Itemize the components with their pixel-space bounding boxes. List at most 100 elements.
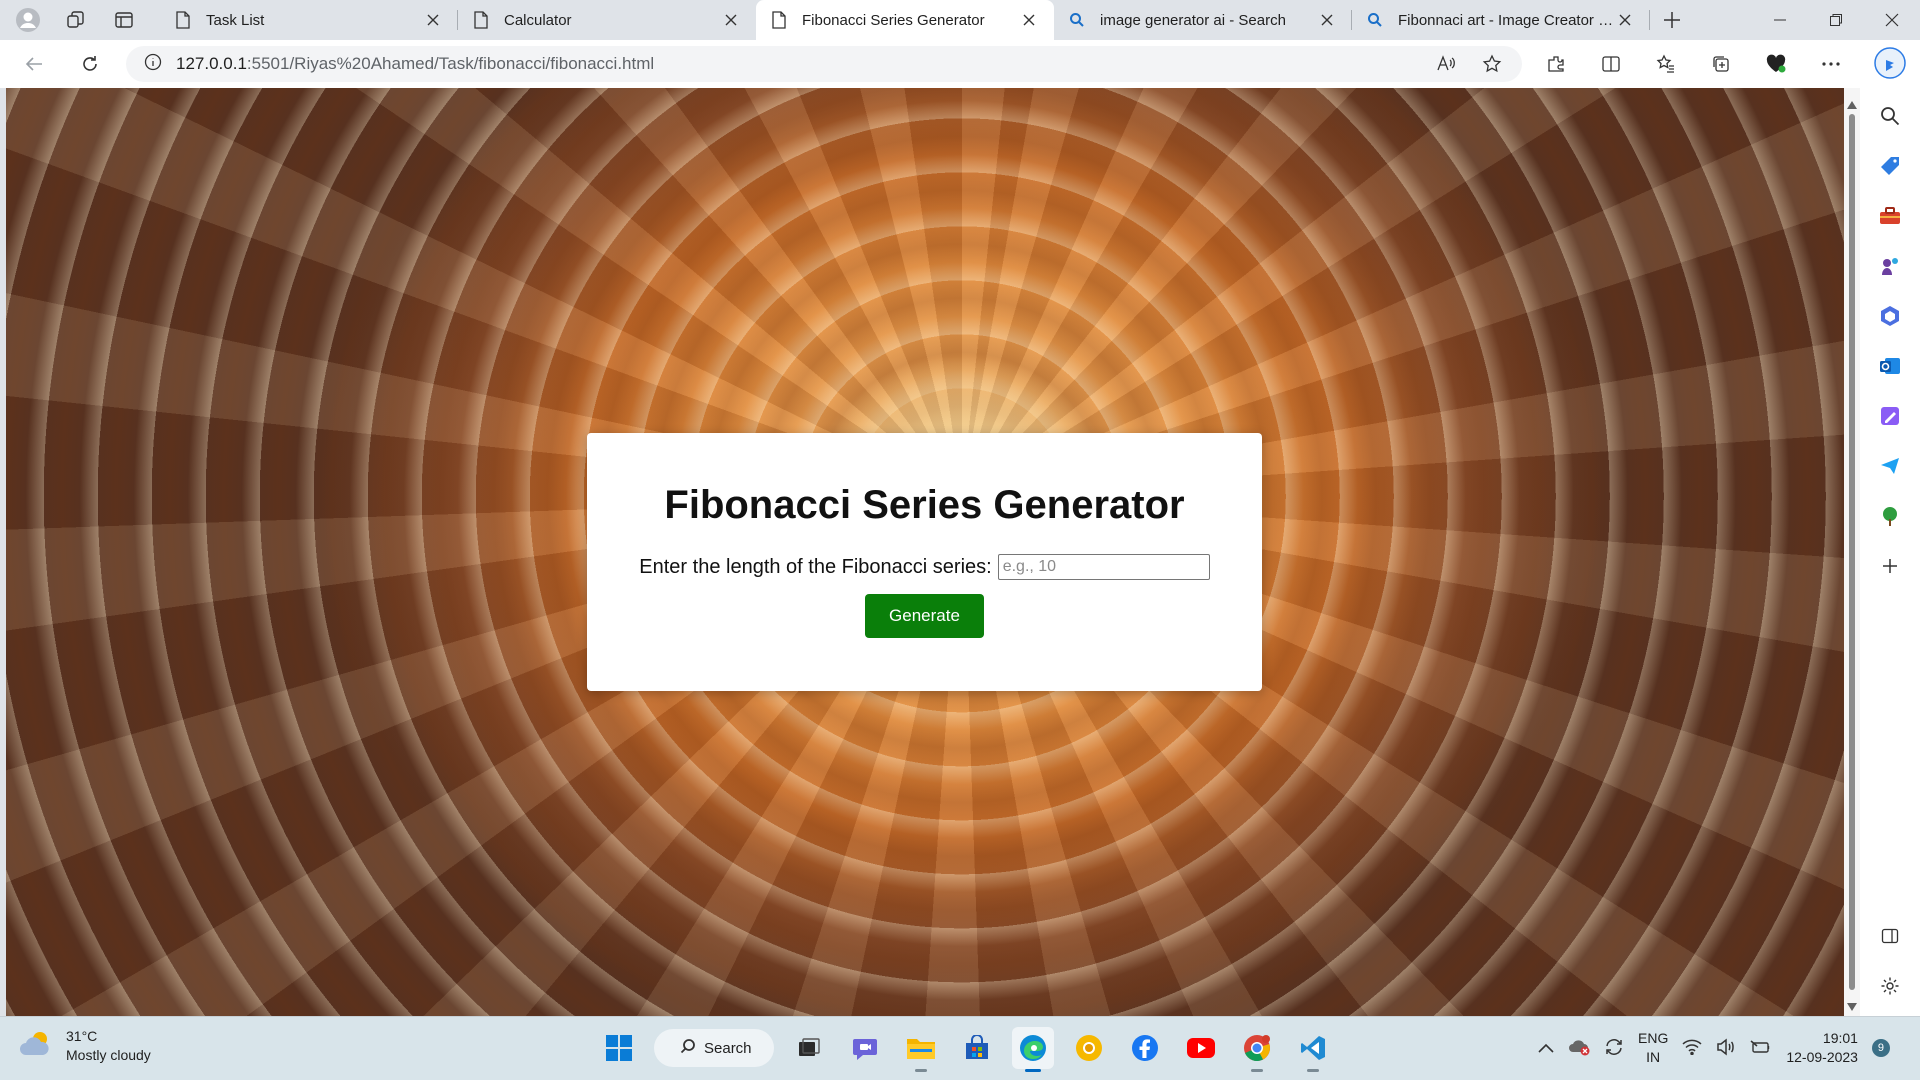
- settings-gear-icon[interactable]: [1878, 974, 1902, 998]
- weather-temp: 31°C: [66, 1028, 98, 1044]
- sync-icon[interactable]: [1604, 1037, 1624, 1060]
- google-chrome-icon[interactable]: [1236, 1027, 1278, 1072]
- tools-briefcase-icon[interactable]: [1878, 204, 1902, 228]
- length-input[interactable]: [997, 554, 1210, 580]
- minimize-button[interactable]: [1752, 0, 1808, 40]
- back-arrow-icon[interactable]: [16, 46, 52, 82]
- refresh-icon[interactable]: [72, 46, 108, 82]
- tab-image-generator-search[interactable]: image generator ai - Search: [1054, 0, 1352, 40]
- system-tray: ENG IN 19:01 12-09-2023 9: [1538, 1029, 1890, 1067]
- page-scrollbar[interactable]: [1844, 88, 1860, 1016]
- games-icon[interactable]: [1878, 254, 1902, 278]
- tree-icon[interactable]: [1878, 504, 1902, 528]
- youtube-icon[interactable]: [1180, 1027, 1222, 1069]
- tab-title: Fibonnaci art - Image Creator fro: [1398, 11, 1614, 29]
- search-icon[interactable]: [1878, 104, 1902, 128]
- profile-avatar-icon[interactable]: [10, 4, 46, 36]
- favorite-star-icon[interactable]: [1474, 46, 1510, 82]
- tab-title: Task List: [206, 11, 265, 29]
- tab-calculator[interactable]: Calculator: [458, 0, 756, 40]
- facebook-icon[interactable]: [1124, 1027, 1166, 1069]
- scroll-down-icon[interactable]: [1847, 998, 1857, 1011]
- tabstrip-left-controls: [0, 0, 160, 40]
- task-view-icon[interactable]: [788, 1027, 830, 1069]
- edge-browser-icon[interactable]: [1012, 1027, 1054, 1072]
- shopping-tag-icon[interactable]: [1878, 154, 1902, 178]
- tab-actions-icon[interactable]: [106, 4, 142, 36]
- close-window-button[interactable]: [1864, 0, 1920, 40]
- clock[interactable]: 19:01 12-09-2023: [1786, 1029, 1858, 1067]
- add-icon[interactable]: [1878, 554, 1902, 578]
- taskbar-search[interactable]: Search: [654, 1029, 774, 1067]
- input-row: Enter the length of the Fibonacci series…: [587, 554, 1262, 580]
- tab-separator: [1649, 10, 1650, 30]
- info-icon[interactable]: [144, 53, 162, 76]
- close-icon[interactable]: [1316, 9, 1338, 31]
- search-icon: [680, 1038, 696, 1058]
- tab-fibonnaci-art[interactable]: Fibonnaci art - Image Creator fro: [1352, 0, 1650, 40]
- outlook-icon[interactable]: [1878, 354, 1902, 378]
- page-viewport: Fibonacci Series Generator Enter the len…: [6, 88, 1844, 1016]
- send-icon[interactable]: [1878, 454, 1902, 478]
- workspaces-icon[interactable]: [58, 4, 94, 36]
- cloud-sun-icon: [20, 1029, 56, 1064]
- close-icon[interactable]: [422, 9, 444, 31]
- close-icon[interactable]: [1018, 9, 1040, 31]
- running-indicator: [1025, 1069, 1041, 1072]
- browser-essentials-icon[interactable]: [1758, 46, 1794, 82]
- tab-strip: Task List Calculator Fibonacci Series Ge…: [0, 0, 1920, 40]
- close-icon[interactable]: [720, 9, 742, 31]
- generate-button[interactable]: Generate: [865, 594, 984, 638]
- page-icon: [174, 11, 192, 29]
- tab-title: Calculator: [504, 11, 572, 29]
- favorites-icon[interactable]: [1648, 46, 1684, 82]
- taskbar-apps: Search: [598, 1027, 1334, 1072]
- new-tab-button[interactable]: [1650, 0, 1694, 40]
- vs-code-icon[interactable]: [1292, 1027, 1334, 1072]
- battery-icon[interactable]: [1750, 1039, 1772, 1058]
- hide-sidebar-icon[interactable]: [1878, 924, 1902, 948]
- url-text[interactable]: 127.0.0.1:5501/Riyas%20Ahamed/Task/fibon…: [176, 54, 654, 74]
- address-bar[interactable]: 127.0.0.1:5501/Riyas%20Ahamed/Task/fibon…: [126, 46, 1522, 82]
- tab-title: image generator ai - Search: [1100, 11, 1286, 29]
- file-explorer-icon[interactable]: [900, 1027, 942, 1072]
- windows-start-icon[interactable]: [598, 1027, 640, 1069]
- notification-badge[interactable]: 9: [1871, 1039, 1890, 1057]
- edge-sidebar: [1860, 40, 1920, 1016]
- page-icon: [472, 11, 490, 29]
- volume-icon[interactable]: [1716, 1037, 1736, 1059]
- microsoft-365-icon[interactable]: [1878, 304, 1902, 328]
- scroll-thumb[interactable]: [1849, 114, 1855, 990]
- collections-icon[interactable]: [1703, 46, 1739, 82]
- split-screen-icon[interactable]: [1593, 46, 1629, 82]
- windows-taskbar: 31°C Mostly cloudy Search ENG IN 19:01 1…: [0, 1016, 1920, 1080]
- lang-line-1: ENG: [1638, 1030, 1669, 1046]
- language-indicator[interactable]: ENG IN: [1638, 1029, 1668, 1067]
- onedrive-error-icon[interactable]: [1568, 1038, 1590, 1059]
- extensions-icon[interactable]: [1538, 46, 1574, 82]
- bing-copilot-icon[interactable]: [1873, 46, 1907, 80]
- tab-task-list[interactable]: Task List: [160, 0, 458, 40]
- length-label: Enter the length of the Fibonacci series…: [639, 555, 992, 578]
- window-controls: [1752, 0, 1920, 40]
- more-options-icon[interactable]: [1813, 46, 1849, 82]
- weather-widget[interactable]: 31°C Mostly cloudy: [20, 1027, 151, 1065]
- wifi-icon[interactable]: [1682, 1039, 1702, 1058]
- microsoft-store-icon[interactable]: [956, 1027, 998, 1069]
- url-path: :5501/Riyas%20Ahamed/Task/fibonacci/fibo…: [246, 54, 655, 73]
- designer-icon[interactable]: [1878, 404, 1902, 428]
- url-host: 127.0.0.1: [176, 54, 247, 73]
- google-chrome-canary-icon[interactable]: [1068, 1027, 1110, 1069]
- tab-fibonacci-series-generator[interactable]: Fibonacci Series Generator: [756, 0, 1054, 40]
- chevron-up-icon[interactable]: [1538, 1040, 1554, 1056]
- teams-chat-icon[interactable]: [844, 1027, 886, 1069]
- restore-button[interactable]: [1808, 0, 1864, 40]
- search-label: Search: [704, 1039, 752, 1057]
- time: 19:01: [1822, 1030, 1858, 1046]
- read-aloud-icon[interactable]: [1428, 46, 1464, 82]
- close-icon[interactable]: [1614, 9, 1636, 31]
- scroll-up-icon[interactable]: [1847, 96, 1857, 109]
- tab-title: Fibonacci Series Generator: [802, 11, 985, 29]
- toolbar-right-actions: [1538, 46, 1849, 82]
- generator-card: Fibonacci Series Generator Enter the len…: [587, 433, 1262, 691]
